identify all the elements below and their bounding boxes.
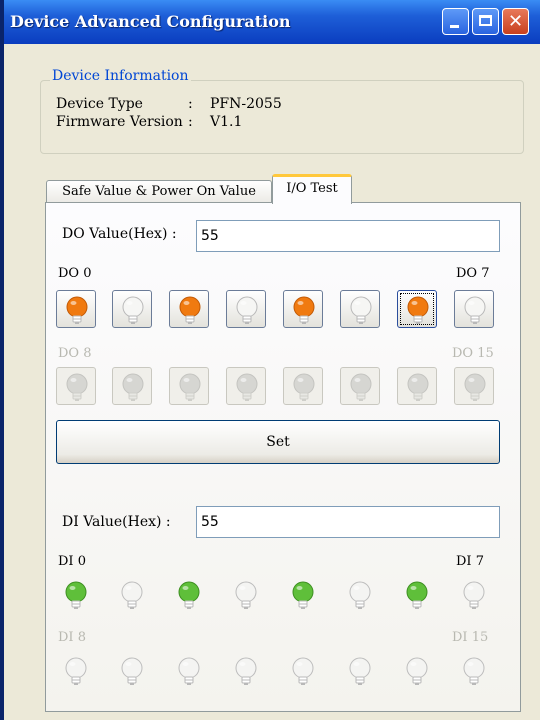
do-start-label-2: DO 8 xyxy=(58,346,92,361)
window-title: Device Advanced Configuration xyxy=(10,12,291,31)
device-advanced-configuration-window: Device Advanced Configuration ✕ Device I… xyxy=(0,0,540,720)
minimize-button[interactable] xyxy=(442,8,469,35)
firmware-version-label: Firmware Version xyxy=(56,114,183,130)
di-indicator-3 xyxy=(226,576,266,620)
do-button-6[interactable] xyxy=(397,290,437,328)
di-indicator-9 xyxy=(112,652,152,696)
di-indicator-0 xyxy=(56,576,96,620)
di-indicator-7 xyxy=(454,576,494,620)
di-start-label: DI 0 xyxy=(58,554,86,569)
set-button[interactable]: Set xyxy=(56,420,500,464)
di-end-label-2: DI 15 xyxy=(452,630,489,645)
maximize-button[interactable] xyxy=(472,8,499,35)
do-button-12 xyxy=(283,367,323,405)
do-button-7[interactable] xyxy=(454,290,494,328)
title-bar[interactable]: Device Advanced Configuration ✕ xyxy=(4,0,540,44)
device-type-separator: : xyxy=(188,96,193,112)
do-button-15 xyxy=(454,367,494,405)
di-value-label: DI Value(Hex) : xyxy=(62,514,171,530)
do-button-4[interactable] xyxy=(283,290,323,328)
di-indicator-13 xyxy=(340,652,380,696)
firmware-version-value: V1.1 xyxy=(210,114,243,130)
tab-io-test[interactable]: I/O Test xyxy=(272,174,352,204)
di-end-label: DI 7 xyxy=(456,554,484,569)
do-button-10 xyxy=(169,367,209,405)
di-indicator-2 xyxy=(169,576,209,620)
di-indicator-4 xyxy=(283,576,323,620)
di-value-input[interactable]: 55 xyxy=(196,506,500,538)
di-start-label-2: DI 8 xyxy=(58,630,86,645)
di-indicator-14 xyxy=(397,652,437,696)
firmware-version-separator: : xyxy=(188,114,193,130)
di-indicator-10 xyxy=(169,652,209,696)
do-value-label: DO Value(Hex) : xyxy=(62,226,177,242)
do-button-14 xyxy=(397,367,437,405)
do-button-13 xyxy=(340,367,380,405)
do-value-input[interactable]: 55 xyxy=(196,220,500,252)
do-button-2[interactable] xyxy=(169,290,209,328)
do-end-label: DO 7 xyxy=(456,266,490,281)
di-indicator-6 xyxy=(397,576,437,620)
di-indicator-15 xyxy=(454,652,494,696)
do-start-label: DO 0 xyxy=(58,266,92,281)
do-button-1[interactable] xyxy=(112,290,152,328)
di-indicator-12 xyxy=(283,652,323,696)
do-end-label-2: DO 15 xyxy=(452,346,494,361)
di-indicator-1 xyxy=(112,576,152,620)
close-icon: ✕ xyxy=(507,11,524,32)
di-indicator-11 xyxy=(226,652,266,696)
do-button-5[interactable] xyxy=(340,290,380,328)
do-button-3[interactable] xyxy=(226,290,266,328)
close-button[interactable]: ✕ xyxy=(502,8,529,35)
di-indicator-8 xyxy=(56,652,96,696)
do-button-9 xyxy=(112,367,152,405)
di-indicator-5 xyxy=(340,576,380,620)
do-button-8 xyxy=(56,367,96,405)
device-type-row: Device Type: PFN-2055 xyxy=(56,96,282,112)
device-type-label: Device Type xyxy=(56,96,143,112)
device-type-value: PFN-2055 xyxy=(210,96,282,112)
firmware-version-row: Firmware Version: V1.1 xyxy=(56,114,242,130)
tab-safe-value-power-on[interactable]: Safe Value & Power On Value xyxy=(46,180,272,202)
do-button-11 xyxy=(226,367,266,405)
device-information-legend: Device Information xyxy=(50,68,191,84)
do-button-0[interactable] xyxy=(56,290,96,328)
